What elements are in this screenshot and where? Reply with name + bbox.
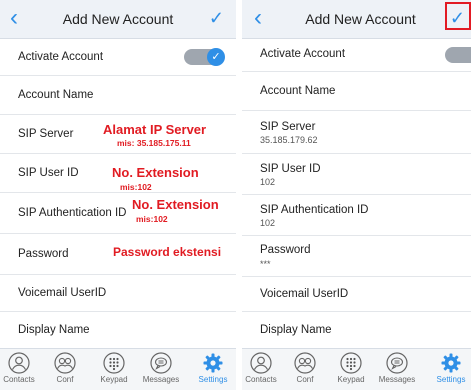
- field-value: 102: [260, 218, 276, 228]
- activate-toggle[interactable]: ✓: [184, 48, 225, 66]
- field-label: Display Name: [260, 324, 332, 336]
- check-icon: ✓: [207, 48, 225, 66]
- annotation-server-example: mis: 35.185.175.11: [117, 138, 191, 148]
- annotation-auth-example: mis:102: [136, 214, 168, 224]
- page-title: Add New Account: [305, 11, 416, 27]
- conference-icon: [54, 352, 76, 374]
- tab-conf[interactable]: Conf: [42, 352, 88, 384]
- tab-conf[interactable]: Conf: [282, 352, 328, 384]
- activate-toggle[interactable]: [445, 47, 471, 63]
- keypad-icon: [103, 352, 125, 374]
- save-button[interactable]: ✓: [209, 6, 224, 30]
- tab-keypad[interactable]: Keypad: [91, 352, 137, 384]
- field-value: 102: [260, 177, 276, 187]
- field-value: ***: [260, 259, 271, 269]
- field-label: Voicemail UserID: [260, 288, 349, 300]
- field-label: Password: [260, 244, 311, 256]
- field-label: Voicemail UserID: [18, 287, 107, 299]
- messages-icon: [386, 352, 408, 374]
- tab-contacts[interactable]: Contacts: [0, 352, 42, 384]
- annotation-auth-title: No. Extension: [132, 197, 219, 212]
- password-row[interactable]: Password ***: [242, 236, 471, 277]
- tab-label: Settings: [198, 375, 228, 384]
- account-name-row[interactable]: Account Name: [242, 72, 471, 111]
- annotation-userid-title: No. Extension: [112, 165, 199, 180]
- tab-label: Messages: [378, 375, 416, 384]
- sip-auth-id-row[interactable]: SIP Authentication ID 102: [242, 195, 471, 236]
- field-label: SIP Authentication ID: [18, 207, 127, 219]
- right-screen: ‹ Add New Account ✓ Activate Account Acc…: [242, 0, 471, 390]
- tab-label: Keypad: [337, 375, 365, 384]
- messages-icon: [150, 352, 172, 374]
- voicemail-userid-row[interactable]: Voicemail UserID: [242, 277, 471, 312]
- tab-keypad[interactable]: Keypad: [328, 352, 374, 384]
- tab-label: Contacts: [245, 375, 277, 384]
- header-bar: ‹ Add New Account ✓: [242, 0, 471, 39]
- sip-user-id-row[interactable]: SIP User ID 102: [242, 154, 471, 195]
- field-label: SIP Server: [260, 121, 316, 133]
- field-label: SIP User ID: [260, 163, 321, 175]
- field-label: Password: [18, 248, 69, 260]
- tab-settings[interactable]: Settings: [190, 352, 236, 384]
- tab-label: Conf: [56, 375, 74, 384]
- tab-contacts[interactable]: Contacts: [242, 352, 284, 384]
- sip-server-row[interactable]: SIP Server 35.185.179.62: [242, 111, 471, 154]
- contacts-icon: [250, 352, 272, 374]
- tab-messages[interactable]: Messages: [374, 352, 420, 384]
- page-title: Add New Account: [62, 11, 174, 27]
- display-name-row[interactable]: Display Name: [242, 312, 471, 348]
- gear-icon: [203, 353, 223, 373]
- tab-messages[interactable]: Messages: [138, 352, 184, 384]
- tab-label: Messages: [142, 375, 180, 384]
- field-label: Display Name: [18, 324, 90, 336]
- field-label: Activate Account: [18, 51, 104, 63]
- annotation-userid-example: mis:102: [120, 182, 152, 192]
- tab-label: Settings: [436, 375, 466, 384]
- save-button-highlight: [445, 2, 471, 30]
- field-label: Account Name: [260, 85, 336, 97]
- bottom-tab-bar: Contacts Conf Keypad Messages Settings: [242, 348, 471, 390]
- tab-settings[interactable]: Settings: [428, 352, 471, 384]
- bottom-tab-bar: Contacts Conf Keypad Messages Settings: [0, 348, 236, 390]
- annotation-server-title: Alamat IP Server: [103, 122, 207, 137]
- contacts-icon: [8, 352, 30, 374]
- field-label: SIP Authentication ID: [260, 204, 369, 216]
- annotation-password: Password ekstensi: [113, 245, 222, 259]
- left-screen: ‹ Add New Account ✓ Activate Account ✓ A…: [0, 0, 236, 390]
- activate-account-row[interactable]: Activate Account: [242, 39, 471, 72]
- activate-account-row[interactable]: Activate Account ✓: [0, 39, 236, 76]
- account-name-row[interactable]: Account Name: [0, 76, 236, 115]
- tab-label: Contacts: [3, 375, 35, 384]
- field-value: 35.185.179.62: [260, 135, 318, 145]
- field-label: SIP Server: [18, 128, 74, 140]
- gear-icon: [441, 353, 461, 373]
- display-name-row[interactable]: Display Name: [0, 312, 236, 348]
- keypad-icon: [340, 352, 362, 374]
- conference-icon: [294, 352, 316, 374]
- tab-label: Keypad: [100, 375, 128, 384]
- field-label: SIP User ID: [18, 167, 79, 179]
- voicemail-userid-row[interactable]: Voicemail UserID: [0, 275, 236, 312]
- field-label: Account Name: [18, 89, 94, 101]
- tab-label: Conf: [296, 375, 314, 384]
- header-bar: ‹ Add New Account ✓: [0, 0, 236, 39]
- field-label: Activate Account: [260, 48, 346, 60]
